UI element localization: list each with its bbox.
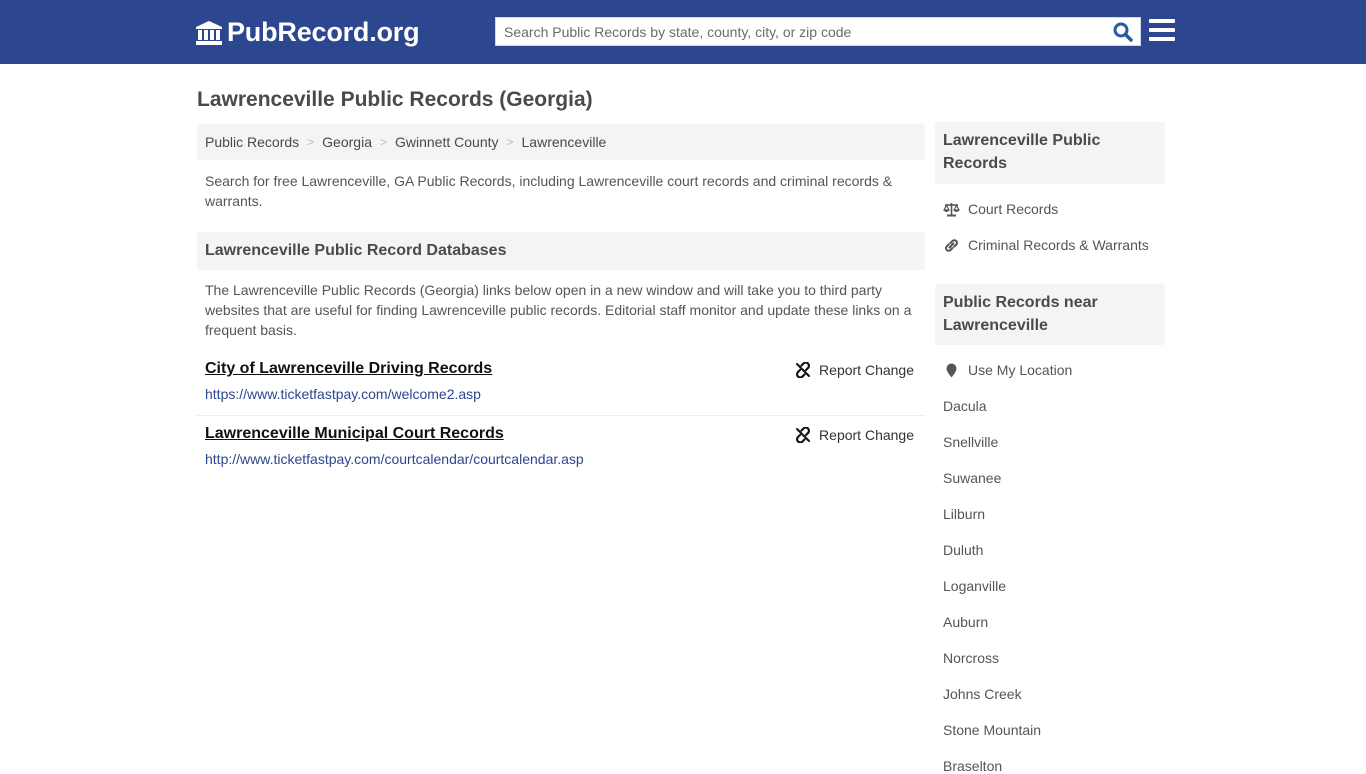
use-my-location-label: Use My Location [968, 362, 1073, 378]
top-navigation-bar: PubRecord.org [0, 0, 1366, 64]
breadcrumb-lawrenceville[interactable]: Lawrenceville [522, 134, 607, 150]
search-box [495, 17, 1141, 46]
breadcrumb-gwinnett-county[interactable]: Gwinnett County [395, 134, 499, 150]
nearby-city-link[interactable]: Braselton [943, 758, 1002, 774]
breadcrumb: Public Records > Georgia > Gwinnett Coun… [197, 124, 925, 160]
nearby-city-link[interactable]: Johns Creek [943, 686, 1022, 702]
logo-text: PubRecord.org [227, 17, 420, 47]
use-my-location-button[interactable]: Use My Location [943, 362, 1072, 378]
nearby-city-link[interactable]: Norcross [943, 650, 999, 666]
search-icon [1113, 22, 1133, 42]
databases-heading: Lawrenceville Public Record Databases [197, 232, 925, 270]
report-change-label: Report Change [819, 427, 914, 443]
record-title-link[interactable]: Lawrenceville Municipal Court Records [205, 425, 504, 443]
search-input[interactable] [496, 18, 1096, 45]
link-icon [945, 238, 958, 252]
sidebar-link-criminal-records[interactable]: Criminal Records & Warrants [943, 237, 1149, 253]
breadcrumb-georgia[interactable]: Georgia [322, 134, 372, 150]
breadcrumb-separator: > [379, 135, 387, 149]
report-change-label: Report Change [819, 362, 914, 378]
sidebar-link-court-records[interactable]: Court Records [943, 201, 1058, 217]
record-url-link[interactable]: https://www.ticketfastpay.com/welcome2.a… [205, 386, 481, 402]
sidebar-link-label: Court Records [968, 201, 1059, 217]
breadcrumb-public-records[interactable]: Public Records [205, 134, 299, 150]
databases-description: The Lawrenceville Public Records (Georgi… [205, 282, 912, 338]
site-logo[interactable]: PubRecord.org [195, 17, 420, 48]
nearby-city-link[interactable]: Loganville [943, 578, 1006, 594]
nearby-city-link[interactable]: Snellville [943, 434, 998, 450]
hamburger-menu-icon[interactable] [1149, 19, 1175, 43]
nearby-city-link[interactable]: Stone Mountain [943, 722, 1041, 738]
record-url-link[interactable]: http://www.ticketfastpay.com/courtcalend… [205, 451, 584, 467]
nearby-city-link[interactable]: Auburn [943, 614, 988, 630]
record-item: Lawrenceville Municipal Court Records ht… [197, 419, 925, 481]
nearby-city-link[interactable]: Suwanee [943, 470, 1001, 486]
nearby-city-link[interactable]: Duluth [943, 542, 983, 558]
intro-text: Search for free Lawrenceville, GA Public… [205, 173, 893, 209]
nearby-city-link[interactable]: Lilburn [943, 506, 985, 522]
record-item: City of Lawrenceville Driving Records ht… [197, 354, 925, 416]
sidebar-nearby-heading: Public Records near Lawrenceville [935, 284, 1165, 345]
report-change-button[interactable]: Report Change [795, 362, 914, 378]
broken-link-icon [796, 427, 811, 443]
nearby-city-link[interactable]: Dacula [943, 398, 987, 414]
breadcrumb-separator: > [307, 135, 315, 149]
broken-link-icon [796, 362, 811, 378]
record-title-link[interactable]: City of Lawrenceville Driving Records [205, 360, 492, 378]
courthouse-icon [196, 20, 222, 45]
sidebar-link-label: Criminal Records & Warrants [968, 237, 1149, 253]
page-title: Lawrenceville Public Records (Georgia) [197, 88, 593, 111]
report-change-button[interactable]: Report Change [795, 427, 914, 443]
sidebar-public-records-heading: Lawrenceville Public Records [935, 122, 1165, 184]
breadcrumb-separator: > [506, 135, 514, 149]
map-marker-icon [946, 363, 957, 377]
search-button[interactable] [1110, 20, 1136, 44]
balance-scale-icon [943, 202, 960, 216]
